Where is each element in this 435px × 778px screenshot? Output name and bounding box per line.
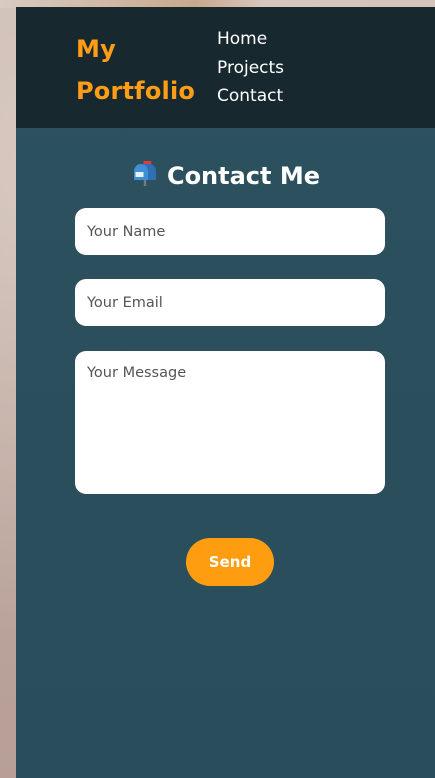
main-nav: Home Projects Contact bbox=[217, 25, 284, 111]
email-input[interactable] bbox=[75, 279, 385, 326]
contact-heading-text: Contact Me bbox=[166, 162, 321, 190]
nav-link-home[interactable]: Home bbox=[217, 25, 284, 54]
nav-link-projects[interactable]: Projects bbox=[217, 54, 284, 83]
nav-link-contact[interactable]: Contact bbox=[217, 82, 284, 111]
message-textarea[interactable] bbox=[75, 351, 385, 494]
site-header: My Portfolio Home Projects Contact bbox=[16, 7, 435, 128]
brand-line-my: My bbox=[76, 35, 116, 63]
contact-heading: Contact Me bbox=[16, 159, 435, 192]
brand-logo[interactable]: My Portfolio bbox=[76, 28, 195, 112]
name-input[interactable] bbox=[75, 208, 385, 255]
brand-line-portfolio: Portfolio bbox=[76, 77, 196, 105]
portfolio-page: My Portfolio Home Projects Contact Conta… bbox=[16, 7, 435, 778]
mailbox-icon bbox=[133, 161, 156, 186]
send-button[interactable]: Send bbox=[186, 538, 274, 586]
